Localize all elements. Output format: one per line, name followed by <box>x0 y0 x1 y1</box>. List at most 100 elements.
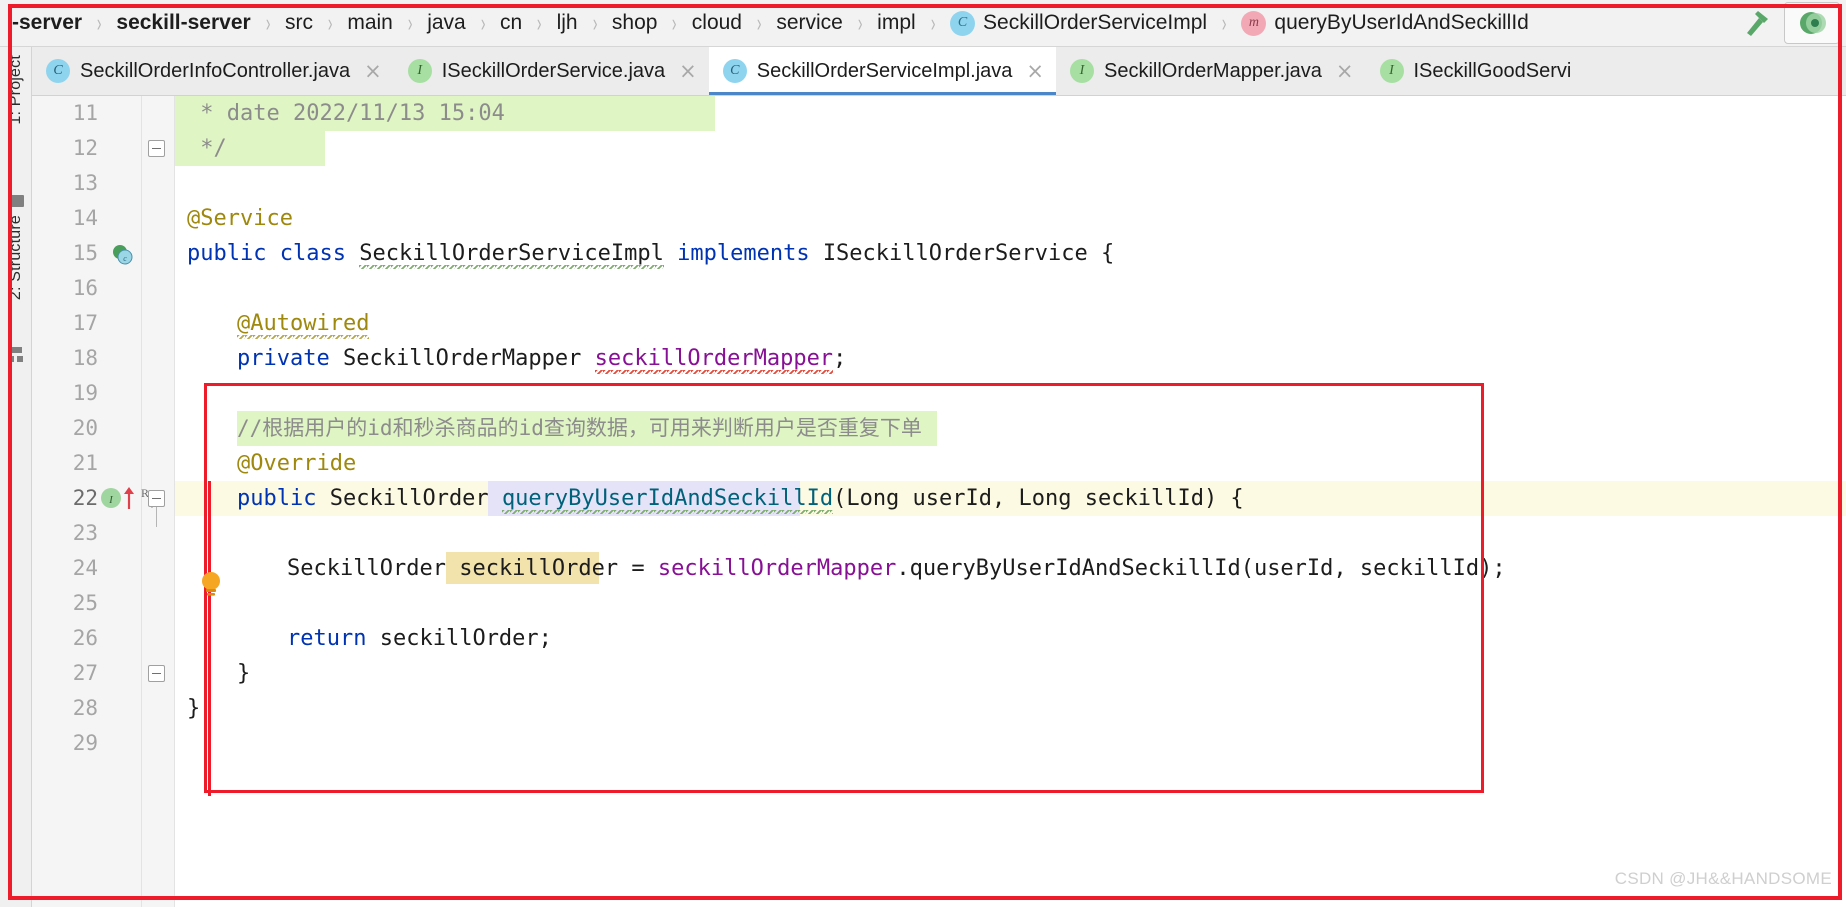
code-line-12: 12 */ <box>32 131 1846 166</box>
breadcrumb-item-cloud[interactable]: cloud <box>688 11 746 35</box>
line-number: 19 <box>72 381 98 405</box>
line-number: 16 <box>72 276 98 300</box>
line-number: 22 <box>72 486 98 510</box>
tab-SeckillOrderServiceImpl[interactable]: C SeckillOrderServiceImpl.java × <box>708 47 1057 95</box>
breadcrumb-item-service[interactable]: service <box>772 11 847 35</box>
code-text: private SeckillOrderMapper seckillOrderM… <box>237 341 846 376</box>
interface-icon: I <box>1379 59 1404 83</box>
left-tool-window-strip: 1: Project 2: Structure <box>0 47 32 907</box>
breadcrumb-item-method[interactable]: m queryByUserIdAndSeckillId <box>1237 10 1532 36</box>
breadcrumb-label: SeckillOrderServiceImpl <box>983 11 1208 34</box>
structure-tool-icon[interactable] <box>8 347 25 363</box>
breadcrumb-item-seckill-server[interactable]: seckill-server <box>112 11 254 35</box>
token-class-name: SeckillOrderServiceImpl <box>359 241 664 269</box>
interface-icon: I <box>407 59 432 83</box>
code-line-27: 27 } <box>32 656 1846 691</box>
breadcrumb-item-server[interactable]: -server <box>8 11 86 35</box>
breadcrumb-item-main[interactable]: main <box>343 11 397 35</box>
breadcrumb-label: src <box>285 11 313 34</box>
breadcrumb-item-cn[interactable]: cn <box>496 11 526 35</box>
token-local-type: SeckillOrder <box>287 556 446 581</box>
class-icon: C <box>950 10 976 36</box>
code-text: */ <box>187 136 227 161</box>
toolbar-actions <box>1740 2 1846 44</box>
code-line-28: 28 } <box>32 691 1846 726</box>
line-number: 13 <box>72 171 98 195</box>
breadcrumb-separator-icon: › <box>480 8 486 37</box>
implemented-interface-gutter-icon[interactable]: c <box>112 244 133 265</box>
sidebar-item-project[interactable]: 1: Project <box>7 55 25 125</box>
line-number: 29 <box>72 731 98 755</box>
breadcrumb-label: seckill-server <box>116 11 251 34</box>
breadcrumb-item-class[interactable]: C SeckillOrderServiceImpl <box>946 10 1211 36</box>
tab-label: ISeckillGoodServi <box>1413 59 1572 82</box>
code-line-26: 26 return seckillOrder; <box>32 621 1846 656</box>
code-line-24: 24 SeckillOrder seckillOrder = seckillOr… <box>32 551 1846 586</box>
breadcrumb-separator-icon: › <box>96 8 102 37</box>
code-line-23: 23 <box>32 516 1846 551</box>
breadcrumb-item-shop[interactable]: shop <box>608 11 662 35</box>
breadcrumb-item-java[interactable]: java <box>423 11 470 35</box>
project-tool-icon[interactable] <box>8 193 25 209</box>
line-number: 20 <box>72 416 98 440</box>
fold-marker-icon[interactable] <box>148 140 165 157</box>
tab-SeckillOrderMapper[interactable]: I SeckillOrderMapper.java × <box>1056 47 1366 95</box>
close-icon[interactable]: × <box>679 60 697 82</box>
breadcrumb-label: ljh <box>556 11 578 34</box>
tab-label: SeckillOrderInfoController.java <box>80 59 351 82</box>
code-line-18: 18 private SeckillOrderMapper seckillOrd… <box>32 341 1846 376</box>
code-text: return seckillOrder; <box>287 621 552 656</box>
class-icon: C <box>722 59 747 83</box>
token-method-call: .queryByUserIdAndSeckillId(userId, secki… <box>896 556 1506 581</box>
implementing-method-gutter-icon[interactable]: I <box>100 487 122 514</box>
tab-ISeckillGoodService[interactable]: I ISeckillGoodServi <box>1365 47 1584 95</box>
fold-marker-icon[interactable] <box>148 665 165 682</box>
code-text: public SeckillOrder queryByUserIdAndSeck… <box>237 481 1244 516</box>
build-hammer-icon[interactable] <box>1740 6 1774 40</box>
token-method-name: queryByUserIdAndSeckillId <box>501 486 834 514</box>
code-line-21: 21 @Override <box>32 446 1846 481</box>
close-icon[interactable]: × <box>1336 60 1354 82</box>
line-number: 11 <box>72 101 98 125</box>
breadcrumb-item-impl[interactable]: impl <box>873 11 920 35</box>
code-editor[interactable]: 11 * date 2022/11/13 15:04 12 */ 13 14 @… <box>32 96 1846 907</box>
tab-SeckillOrderInfoController[interactable]: C SeckillOrderInfoController.java × <box>32 47 394 95</box>
breadcrumb-label: cloud <box>691 11 742 34</box>
token-public: public <box>187 241 267 266</box>
breadcrumb-label: service <box>776 11 843 34</box>
tab-ISeckillOrderService[interactable]: I ISeckillOrderService.java × <box>393 47 709 95</box>
breadcrumb-label: -server <box>12 11 83 34</box>
close-icon[interactable]: × <box>364 60 382 82</box>
overriding-method-gutter-icon[interactable] <box>121 485 137 516</box>
code-line-16: 16 <box>32 271 1846 306</box>
token-class: class <box>279 241 346 266</box>
breadcrumb-label: shop <box>611 11 658 34</box>
fold-marker-icon[interactable] <box>148 490 165 507</box>
close-icon[interactable]: × <box>1026 60 1044 82</box>
sidebar-item-structure[interactable]: 2: Structure <box>7 215 25 300</box>
token-mapper-field-ref: seckillOrderMapper <box>657 556 897 581</box>
breadcrumb-separator-icon: › <box>672 8 677 37</box>
code-line-19: 19 <box>32 376 1846 411</box>
token-implements: implements <box>677 241 810 266</box>
breadcrumb-bar: -server › seckill-server › src › main › … <box>0 0 1846 47</box>
intention-bulb-icon[interactable] <box>200 571 220 597</box>
class-icon: C <box>46 59 70 83</box>
breadcrumb-item-src[interactable]: src <box>281 11 317 35</box>
run-button[interactable] <box>1784 2 1840 44</box>
line-number: 24 <box>72 556 98 580</box>
token-private: private <box>237 346 330 371</box>
code-text: } <box>237 661 251 686</box>
breadcrumb-separator-icon: › <box>327 8 333 37</box>
svg-text:c: c <box>123 254 127 263</box>
breadcrumb-separator-icon: › <box>407 8 413 37</box>
breadcrumb-separator-icon: › <box>592 8 598 37</box>
code-line-17: 17 @Autowired <box>32 306 1846 341</box>
breadcrumb-separator-icon: › <box>930 8 936 37</box>
breadcrumb-item-ljh[interactable]: ljh <box>553 11 582 35</box>
code-text: @Autowired <box>237 306 370 341</box>
watermark-text: CSDN @JH&&HANDSOME <box>1614 869 1832 888</box>
breadcrumb-separator-icon: › <box>265 8 271 37</box>
line-number: 28 <box>72 696 98 720</box>
token-public: public <box>237 486 317 511</box>
